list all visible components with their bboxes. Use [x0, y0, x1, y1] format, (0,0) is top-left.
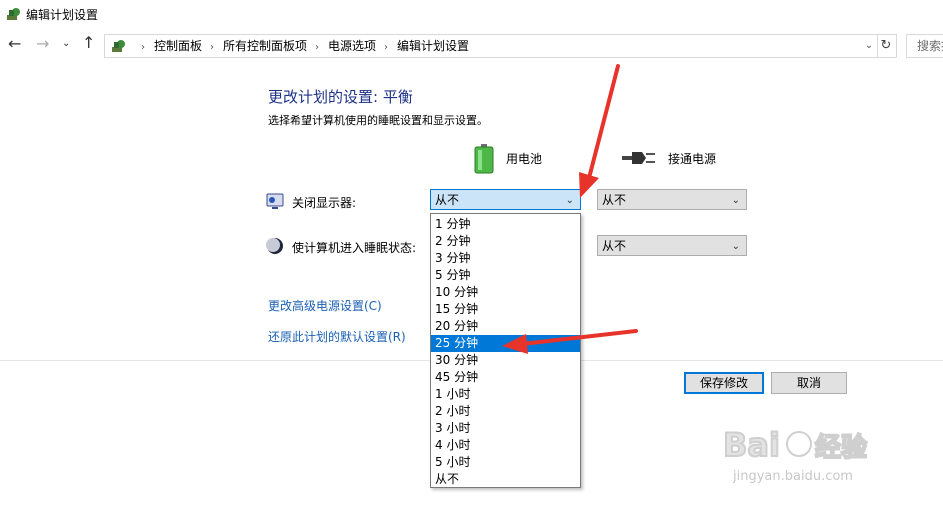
display-plugged-select[interactable]: 从不 ⌄ [597, 189, 747, 210]
up-arrow-icon[interactable]: ↑ [82, 35, 95, 51]
page-subtitle: 选择希望计算机使用的睡眠设置和显示设置。 [268, 114, 488, 127]
svg-text:经验: 经验 [815, 432, 867, 463]
dropdown-option[interactable]: 1 小时 [431, 386, 580, 403]
forward-arrow-icon[interactable]: → [36, 36, 49, 52]
sleep-plugged-select[interactable]: 从不 ⌄ [597, 235, 747, 256]
dropdown-option[interactable]: 5 分钟 [431, 267, 580, 284]
chevron-down-icon: ⌄ [731, 195, 740, 206]
display-battery-value: 从不 [435, 193, 460, 207]
display-timeout-dropdown-list[interactable]: 1 分钟 2 分钟 3 分钟 5 分钟 10 分钟 15 分钟 20 分钟 25… [430, 213, 581, 488]
control-panel-icon [112, 40, 125, 52]
dropdown-option-highlighted[interactable]: 25 分钟 [431, 335, 580, 352]
annotation-arrow-to-select [586, 64, 620, 184]
restore-defaults-link[interactable]: 还原此计划的默认设置(R) [268, 328, 406, 345]
dropdown-option[interactable]: 45 分钟 [431, 369, 580, 386]
address-history-chevron-icon[interactable]: ⌄ [861, 35, 877, 57]
dropdown-option[interactable]: 15 分钟 [431, 301, 580, 318]
annotation-arrowhead [579, 172, 599, 198]
chevron-down-icon: ⌄ [731, 241, 740, 252]
dropdown-option[interactable]: 从不 [431, 471, 580, 488]
chevron-down-icon: ⌄ [565, 195, 574, 206]
dropdown-option[interactable]: 20 分钟 [431, 318, 580, 335]
battery-column-label: 用电池 [506, 152, 543, 166]
dropdown-option[interactable]: 1 分钟 [431, 216, 580, 233]
dropdown-option[interactable]: 5 小时 [431, 454, 580, 471]
display-battery-select[interactable]: 从不 ⌄ [430, 189, 581, 210]
title-bar: 编辑计划设置 [0, 0, 943, 28]
svg-text:jingyan.baidu.com: jingyan.baidu.com [732, 469, 853, 484]
power-options-icon [7, 8, 20, 20]
dropdown-option[interactable]: 30 分钟 [431, 352, 580, 369]
breadcrumb-chevron-icon[interactable]: › [202, 42, 223, 53]
save-changes-button[interactable]: 保存修改 [684, 372, 764, 394]
turn-off-display-label: 关闭显示器: [292, 196, 357, 210]
dropdown-option[interactable]: 2 小时 [431, 403, 580, 420]
plugged-in-column-label: 接通电源 [668, 152, 717, 166]
breadcrumb-item[interactable]: 电源选项 [328, 39, 376, 53]
refresh-icon[interactable]: ↻ [876, 34, 897, 58]
address-bar[interactable]: › 控制面板 › 所有控制面板项 › 电源选项 › 编辑计划设置 ⌄ [104, 34, 878, 58]
display-plugged-value: 从不 [602, 193, 627, 207]
page-title: 更改计划的设置: 平衡 [268, 88, 413, 106]
svg-text:Bai: Bai [723, 426, 780, 464]
display-icon [266, 193, 284, 209]
search-input[interactable]: 搜索控 [906, 34, 943, 58]
back-arrow-icon[interactable]: ← [8, 36, 21, 52]
breadcrumb-item[interactable]: 编辑计划设置 [397, 39, 469, 53]
breadcrumb-chevron-icon[interactable]: › [307, 42, 328, 53]
window-title: 编辑计划设置 [26, 8, 99, 22]
breadcrumb-item[interactable]: 控制面板 [154, 39, 202, 53]
breadcrumb-chevron-icon: › [141, 42, 145, 53]
dropdown-option[interactable]: 4 小时 [431, 437, 580, 454]
cancel-button[interactable]: 取消 [771, 372, 847, 394]
sleep-label: 使计算机进入睡眠状态: [292, 241, 417, 255]
power-plug-icon [622, 152, 655, 164]
recent-locations-chevron-icon[interactable]: ⌄ [62, 36, 70, 52]
sleep-moon-icon [266, 238, 283, 254]
breadcrumb-chevron-icon[interactable]: › [376, 42, 397, 53]
sleep-plugged-value: 从不 [602, 239, 627, 253]
breadcrumb: › 控制面板 › 所有控制面板项 › 电源选项 › 编辑计划设置 [133, 35, 469, 57]
dropdown-option[interactable]: 10 分钟 [431, 284, 580, 301]
dropdown-option[interactable]: 3 分钟 [431, 250, 580, 267]
advanced-power-settings-link[interactable]: 更改高级电源设置(C) [268, 297, 382, 314]
breadcrumb-item[interactable]: 所有控制面板项 [223, 39, 307, 53]
search-placeholder: 搜索控 [917, 39, 943, 53]
baidu-jingyan-watermark: Bai 经验 jingyan.baidu.com [722, 425, 868, 484]
battery-icon [474, 144, 494, 174]
dropdown-option[interactable]: 2 分钟 [431, 233, 580, 250]
dropdown-option[interactable]: 3 小时 [431, 420, 580, 437]
